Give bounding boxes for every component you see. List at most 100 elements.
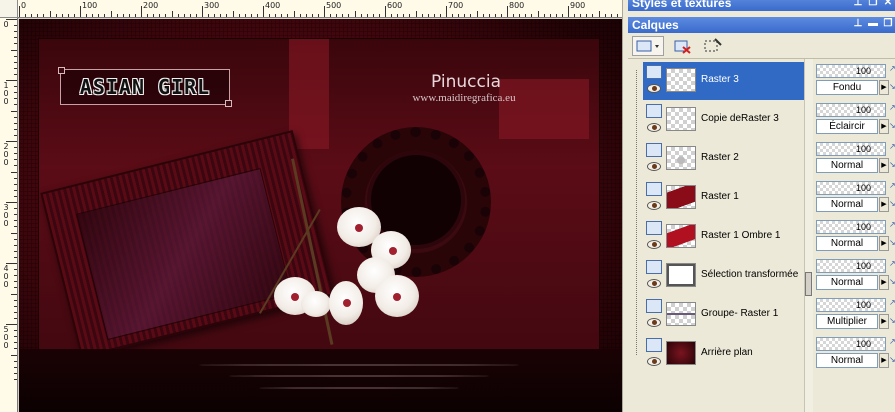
chevron-right-icon[interactable]: ▶ <box>879 119 889 134</box>
layer-type-icon[interactable] <box>646 260 662 274</box>
ruler-label: 100 <box>82 1 98 10</box>
eye-icon[interactable] <box>647 279 661 288</box>
layer-type-icon[interactable] <box>646 104 662 118</box>
eye-icon[interactable] <box>647 240 661 249</box>
eye-icon[interactable] <box>647 357 661 366</box>
opacity-field[interactable]: 100 <box>816 142 886 156</box>
layer-properties: 100 Multiplier ▶ ↗ ↘ <box>816 296 895 332</box>
ruler-minor-tick <box>14 275 17 277</box>
ruler-minor-tick <box>116 14 118 17</box>
layer-row[interactable]: Raster 1 <box>643 179 804 217</box>
blend-mode-select[interactable]: Normal <box>816 353 878 368</box>
ruler-minor-tick <box>14 195 17 197</box>
ruler-minor-tick <box>519 14 521 17</box>
ruler-minor-tick <box>128 14 130 17</box>
chevron-right-icon[interactable]: ▶ <box>879 158 889 173</box>
opacity-field[interactable]: 100 <box>816 181 886 195</box>
ruler-minor-tick <box>311 14 313 17</box>
opacity-field[interactable]: 100 <box>816 298 886 312</box>
layer-type-icon[interactable] <box>646 221 662 235</box>
blend-mode-select[interactable]: Normal <box>816 197 878 212</box>
styles-panel-title[interactable]: Styles et textures ⊥ ❐ ✕ <box>628 0 895 11</box>
blend-mode-select[interactable]: Multiplier <box>816 314 878 329</box>
blend-mode-select[interactable]: Éclaircir <box>816 119 878 134</box>
ruler-minor-tick <box>195 14 197 17</box>
image-canvas-area: 0 100 200 300 400 500 600 700 800 900 0 1 0 0 2 0 0… <box>0 0 622 412</box>
ruler-minor-tick <box>14 311 17 313</box>
delete-layer-button[interactable] <box>672 36 694 56</box>
selected-logo-layer[interactable]: ASIAN GIRL <box>58 67 232 107</box>
ruler-minor-tick <box>458 14 460 17</box>
pin-icon[interactable]: ⊥ <box>852 0 864 9</box>
image-canvas[interactable]: ASIAN GIRL Pinuccia www.maidiregrafica.e… <box>19 19 622 412</box>
blend-mode-select[interactable]: Fondu <box>816 80 878 95</box>
eye-icon[interactable] <box>647 123 661 132</box>
ruler-minor-tick <box>14 238 17 240</box>
opacity-field[interactable]: 100 <box>816 337 886 351</box>
layer-row[interactable]: Copie deRaster 3 <box>643 101 804 139</box>
layer-row[interactable]: Raster 1 Ombre 1 <box>643 218 804 256</box>
ruler-minor-tick <box>427 14 429 17</box>
pin-icon[interactable]: ⊥ <box>852 18 864 30</box>
ruler-minor-tick <box>513 14 515 17</box>
ruler-minor-tick <box>14 348 17 350</box>
layer-row[interactable]: Sélection transformée <box>643 257 804 295</box>
chevron-right-icon[interactable]: ▶ <box>879 197 889 212</box>
ruler-major-tick <box>324 6 325 17</box>
ruler-minor-tick <box>366 14 368 17</box>
restore-icon[interactable]: ❐ <box>882 18 894 30</box>
eye-icon[interactable] <box>647 162 661 171</box>
minimize-icon[interactable]: ▬ <box>867 18 879 30</box>
blend-mode-select[interactable]: Normal <box>816 275 878 290</box>
layer-row[interactable]: Raster 3 <box>643 62 804 100</box>
ruler-label: 700 <box>448 1 464 10</box>
chevron-right-icon[interactable]: ▶ <box>879 314 889 329</box>
layer-properties: 100 Éclaircir ▶ ↗ ↘ <box>816 101 895 137</box>
blend-mode-select[interactable]: Normal <box>816 158 878 173</box>
layer-type-icon[interactable] <box>646 182 662 196</box>
opacity-field[interactable]: 100 <box>816 259 886 273</box>
water-ripple <box>229 375 489 377</box>
opacity-field[interactable]: 100 <box>816 103 886 117</box>
ruler-minor-tick <box>67 14 69 17</box>
layer-type-icon[interactable] <box>646 65 662 79</box>
ruler-minor-tick <box>122 14 124 17</box>
layer-row[interactable]: Raster 2 <box>643 140 804 178</box>
edge-arrow-icon: ↘ <box>889 277 895 286</box>
ruler-minor-tick <box>305 14 307 17</box>
close-icon[interactable]: ✕ <box>882 0 894 9</box>
ruler-minor-tick <box>488 14 490 17</box>
opacity-field[interactable]: 100 <box>816 64 886 78</box>
new-layer-button[interactable] <box>632 36 664 56</box>
eye-icon[interactable] <box>647 201 661 210</box>
ruler-minor-tick <box>14 305 17 307</box>
ruler-minor-tick <box>14 177 17 179</box>
ruler-minor-tick <box>330 14 332 17</box>
chevron-right-icon[interactable]: ▶ <box>879 353 889 368</box>
eye-icon[interactable] <box>647 84 661 93</box>
layer-row[interactable]: Arrière plan <box>643 335 804 373</box>
canvas-red-band <box>289 39 329 149</box>
layers-scrollbar[interactable] <box>804 59 813 412</box>
edge-arrow-icon: ↘ <box>889 82 895 91</box>
layer-type-icon[interactable] <box>646 338 662 352</box>
layer-row[interactable]: Groupe- Raster 1 <box>643 296 804 334</box>
ruler-minor-tick <box>153 14 155 17</box>
opacity-field[interactable]: 100 <box>816 220 886 234</box>
chevron-right-icon[interactable]: ▶ <box>879 275 889 290</box>
chevron-right-icon[interactable]: ▶ <box>879 236 889 251</box>
layer-type-icon[interactable] <box>646 299 662 313</box>
chevron-right-icon[interactable]: ▶ <box>879 80 889 95</box>
edge-arrow-icon: ↘ <box>889 238 895 247</box>
eye-icon[interactable] <box>647 318 661 327</box>
layers-panel-title[interactable]: Calques ⊥ ▬ ❐ <box>628 17 895 33</box>
layers-scrollbar-thumb[interactable] <box>805 272 812 296</box>
blend-mode-select[interactable]: Normal <box>816 236 878 251</box>
layer-thumbnail <box>666 68 696 92</box>
edit-selection-button[interactable] <box>702 36 724 56</box>
ruler-minor-tick <box>104 14 106 17</box>
layer-type-icon[interactable] <box>646 143 662 157</box>
restore-icon[interactable]: ❐ <box>867 0 879 9</box>
ruler-minor-tick <box>598 11 600 17</box>
ruler-minor-tick <box>226 14 228 17</box>
